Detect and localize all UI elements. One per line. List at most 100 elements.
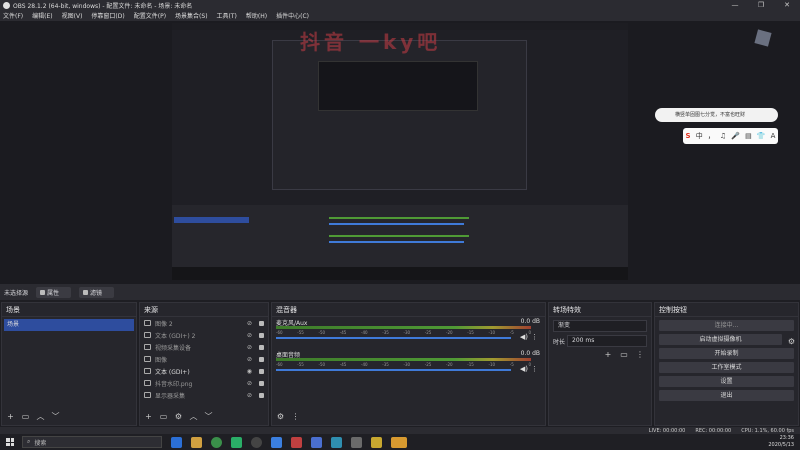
move-down-button[interactable]: ﹀	[50, 411, 61, 422]
move-up-button[interactable]: ︿	[188, 411, 199, 422]
exit-button[interactable]: 退出	[659, 390, 794, 401]
nested-inner-window	[272, 40, 527, 190]
source-item[interactable]: 文本 (GDI+) ◉	[140, 365, 268, 377]
taskbar-search[interactable]: ⌕ 搜索	[22, 436, 162, 448]
volume-slider[interactable]	[276, 369, 511, 371]
minimize-button[interactable]: —	[722, 0, 748, 10]
scene-item[interactable]: 场景	[4, 319, 134, 331]
app-yellow-icon[interactable]	[371, 436, 382, 448]
menu-scene-collection[interactable]: 场景集合(S)	[175, 11, 208, 20]
add-scene-button[interactable]: +	[5, 411, 16, 422]
app-obs-icon[interactable]	[251, 436, 262, 448]
add-transition-button[interactable]: +	[603, 350, 613, 360]
menu-view[interactable]: 视图(V)	[62, 11, 83, 20]
remove-transition-button[interactable]: ▭	[619, 350, 629, 360]
speaker-icon[interactable]: ◀)	[520, 333, 528, 341]
ime-a-key[interactable]: A	[771, 132, 776, 140]
window-title: OBS 28.1.2 (64-bit, windows) - 配置文件: 未命名…	[13, 2, 193, 10]
source-properties-button[interactable]: ⚙	[173, 411, 184, 422]
more-icon[interactable]: ⋮	[531, 365, 538, 373]
lock-icon	[259, 320, 264, 326]
volume-meter	[276, 358, 531, 361]
volume-slider[interactable]	[276, 337, 511, 339]
mixer-menu-button[interactable]: ⋮	[290, 411, 301, 422]
hidden-icon: ⊘	[246, 331, 252, 339]
virtual-camera-settings-icon[interactable]: ⚙	[788, 337, 795, 346]
remove-source-button[interactable]: ▭	[158, 411, 169, 422]
transition-buttons: + ▭ ⋮	[549, 350, 651, 360]
duration-label: 时长	[553, 338, 566, 346]
settings-button[interactable]: 设置	[659, 376, 794, 387]
source-item[interactable]: 图像 ⊘	[140, 353, 268, 365]
hidden-icon: ⊘	[246, 343, 252, 351]
preview-canvas[interactable]	[172, 23, 628, 280]
move-up-button[interactable]: ︿	[35, 411, 46, 422]
source-item[interactable]: 图像 2 ⊘	[140, 317, 268, 329]
ime-skin-icon[interactable]: 👕	[757, 132, 766, 140]
app-chrome-icon[interactable]	[211, 436, 222, 448]
nested-taskbar	[172, 267, 628, 280]
filters-button[interactable]: 滤镜	[79, 286, 115, 298]
start-virtual-camera-button[interactable]: 启动虚拟摄像机	[659, 334, 782, 345]
start-recording-button[interactable]: 开始录制	[659, 348, 794, 359]
app-edge-icon[interactable]	[331, 436, 342, 448]
add-source-button[interactable]: +	[143, 411, 154, 422]
app-avatar-icon[interactable]	[291, 436, 302, 448]
rec-time: REC: 00:00:00	[695, 427, 732, 434]
source-item[interactable]: 显示器采集 ⊘	[140, 389, 268, 401]
ime-music-icon[interactable]: ♫	[720, 132, 726, 140]
transition-select[interactable]: 渐变	[553, 320, 647, 332]
menu-plugins[interactable]: 插件中心(C)	[276, 11, 309, 20]
sources-footer: + ▭ ⚙ ︿ ﹀	[140, 407, 268, 425]
remove-scene-button[interactable]: ▭	[20, 411, 31, 422]
mixer-footer: ⚙ ⋮	[272, 407, 545, 425]
windows-start-icon[interactable]	[6, 438, 14, 446]
app-folder-icon[interactable]	[391, 436, 407, 448]
source-item[interactable]: 视频采集设备 ⊘	[140, 341, 268, 353]
sources-dock: 来源 图像 2 ⊘ 文本 (GDI+) 2 ⊘ 视频采集设备 ⊘ 图像 ⊘ 文本 (GD…	[139, 302, 269, 426]
properties-button[interactable]: 属性	[36, 286, 72, 298]
app-g-icon[interactable]	[191, 436, 202, 448]
maximize-button[interactable]: ❐	[748, 0, 774, 10]
menu-tools[interactable]: 工具(T)	[217, 11, 237, 20]
system-tray-clock[interactable]: 23:36 2020/5/13	[768, 435, 794, 449]
app-blue-icon[interactable]	[311, 436, 322, 448]
image-icon	[144, 320, 151, 326]
duration-input[interactable]: 200 ms	[567, 335, 647, 347]
ime-punct-key[interactable]: ，	[708, 131, 715, 141]
source-item[interactable]: 文本 (GDI+) 2 ⊘	[140, 329, 268, 341]
start-streaming-button[interactable]: 连接中...	[659, 320, 794, 331]
mixer-settings-button[interactable]: ⚙	[275, 411, 286, 422]
menu-help[interactable]: 帮助(H)	[246, 11, 267, 20]
lock-icon	[259, 368, 264, 374]
ime-keyboard-icon[interactable]: ▤	[745, 132, 752, 140]
sogou-icon[interactable]: S	[686, 132, 691, 140]
menu-edit[interactable]: 编辑(E)	[32, 11, 52, 20]
scenes-dock: 场景 场景 + ▭ ︿ ﹀	[1, 302, 137, 426]
menu-profile[interactable]: 配置文件(P)	[134, 11, 166, 20]
studio-mode-button[interactable]: 工作室模式	[659, 362, 794, 373]
ime-bubble: 横竖单固图七分觉，不富也旺财	[655, 108, 778, 122]
speaker-icon[interactable]: ◀)	[520, 365, 528, 373]
source-item[interactable]: 抖音水印.png ⊘	[140, 377, 268, 389]
app-k-icon[interactable]	[171, 436, 182, 448]
close-button[interactable]: ✕	[774, 0, 800, 10]
preview-area[interactable]: 抖音 一ky吧 横竖单固图七分觉，不富也旺财 S 中 ， ♫ 🎤 ▤ 👕 A	[0, 21, 800, 284]
ime-mode-key[interactable]: 中	[696, 131, 703, 141]
move-down-button[interactable]: ﹀	[203, 411, 214, 422]
sources-title: 来源	[140, 303, 268, 317]
menu-docks[interactable]: 停靠窗口(D)	[91, 11, 124, 20]
menu-file[interactable]: 文件(F)	[3, 11, 23, 20]
app-wechat-icon[interactable]	[231, 436, 242, 448]
ime-toolbar[interactable]: 横竖单固图七分觉，不富也旺财 S 中 ， ♫ 🎤 ▤ 👕 A	[655, 108, 780, 164]
meter-ticks: -60 -55 -50 -45 -40 -35 -30 -25 -20 -15 -10 -5 0	[276, 362, 531, 367]
app-feishu-icon[interactable]	[271, 436, 282, 448]
transition-menu-button[interactable]: ⋮	[635, 350, 645, 360]
text-icon	[144, 332, 151, 338]
ime-bar[interactable]: S 中 ， ♫ 🎤 ▤ 👕 A	[683, 128, 778, 144]
hidden-icon: ⊘	[246, 391, 252, 399]
more-icon[interactable]: ⋮	[531, 333, 538, 341]
ime-mic-icon[interactable]: 🎤	[731, 132, 740, 140]
controls-dock: 控制按钮 连接中... 启动虚拟摄像机 开始录制 工作室模式 设置 退出 ⚙	[654, 302, 799, 426]
app-tool-icon[interactable]	[351, 436, 362, 448]
